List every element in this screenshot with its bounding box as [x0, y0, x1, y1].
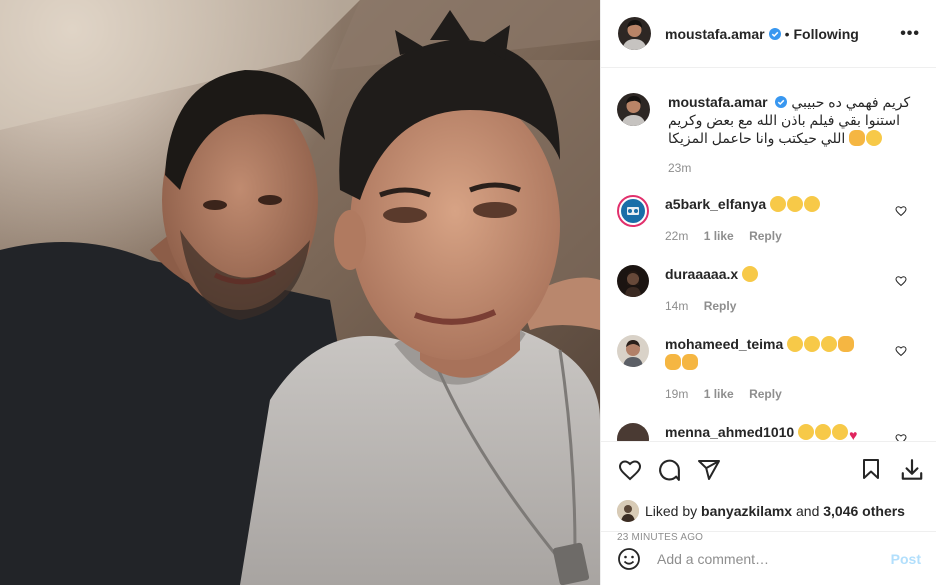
- liked-by-prefix: Liked by: [645, 503, 698, 519]
- comment-bubble-icon[interactable]: [657, 458, 682, 483]
- post-side-panel: moustafa.amar • Following ••• moustafa.a…: [600, 0, 936, 585]
- comments-list[interactable]: moustafa.amar كريم فهمي ده حبيبي استنوا …: [601, 69, 936, 441]
- like-heart-icon[interactable]: [617, 458, 643, 482]
- comment-item: menna_ahmed1010 ♥: [617, 423, 921, 441]
- comment-item: mohameed_teima 19m 1 like Reply: [617, 335, 921, 403]
- action-bar: [601, 442, 936, 498]
- heart-eyes-emoji-icon: [804, 336, 821, 352]
- ok-hand-emoji-icon: [849, 130, 866, 146]
- like-comment-icon[interactable]: [895, 205, 907, 217]
- selfie-illustration: [0, 0, 600, 585]
- caption-time: 23m: [668, 161, 692, 175]
- like-comment-icon[interactable]: [895, 275, 907, 287]
- caption: moustafa.amar كريم فهمي ده حبيبي استنوا …: [617, 93, 921, 177]
- heart-eyes-emoji-icon: [787, 196, 804, 212]
- reply-button[interactable]: Reply: [749, 387, 782, 401]
- likes-count[interactable]: 3,046 others: [823, 503, 905, 519]
- commenter-avatar[interactable]: [617, 195, 649, 227]
- heart-eyes-emoji-icon: [866, 130, 883, 146]
- heart-eyes-emoji-icon: [742, 266, 759, 282]
- commenter-username[interactable]: mohameed_teima: [665, 336, 783, 352]
- download-icon[interactable]: [899, 457, 925, 483]
- clapping-hands-emoji-icon: [665, 354, 681, 370]
- comment-likes[interactable]: 1 like: [704, 229, 734, 243]
- post-photo[interactable]: [0, 0, 600, 585]
- verified-badge-icon: [775, 96, 788, 108]
- liker-avatar[interactable]: [617, 500, 639, 522]
- emoji-picker-icon[interactable]: [617, 547, 641, 571]
- liked-by-user[interactable]: banyazkilamx: [701, 503, 792, 519]
- add-comment-bar: Post: [601, 531, 936, 585]
- more-options-icon[interactable]: •••: [900, 25, 920, 43]
- post-actions: Liked by banyazkilamx and 3,046 others 2…: [601, 441, 936, 585]
- verified-badge-icon: [768, 27, 781, 40]
- following-button[interactable]: Following: [794, 26, 859, 42]
- heart-eyes-emoji-icon: [804, 196, 821, 212]
- comment-time: 14m: [665, 299, 689, 313]
- clapping-hands-emoji-icon: [838, 336, 855, 352]
- clapping-hands-emoji-icon: [682, 354, 698, 370]
- heart-eyes-emoji-icon: [770, 196, 787, 212]
- reply-button[interactable]: Reply: [704, 299, 737, 313]
- share-paper-plane-icon[interactable]: [696, 458, 722, 482]
- heart-eyes-emoji-icon: [798, 424, 815, 440]
- heart-eyes-emoji-icon: [832, 424, 849, 440]
- comment-likes[interactable]: 1 like: [704, 387, 734, 401]
- comment-time: 22m: [665, 229, 689, 243]
- likes-summary: Liked by banyazkilamx and 3,046 others: [601, 498, 936, 524]
- separator-dot: •: [784, 25, 790, 42]
- liked-by-middle: and: [796, 503, 820, 519]
- post-header: moustafa.amar • Following •••: [601, 0, 936, 68]
- author-avatar[interactable]: [618, 17, 651, 50]
- commenter-avatar[interactable]: [617, 335, 649, 367]
- comment-time: 19m: [665, 387, 689, 401]
- commenter-avatar[interactable]: [617, 423, 649, 441]
- post-comment-button[interactable]: Post: [891, 551, 921, 567]
- save-bookmark-icon[interactable]: [859, 457, 883, 481]
- heart-eyes-emoji-icon: [787, 336, 804, 352]
- comment-item: a5bark_elfanya 22m 1 like Reply: [617, 195, 921, 245]
- heart-eyes-emoji-icon: [821, 336, 838, 352]
- commenter-username[interactable]: a5bark_elfanya: [665, 196, 766, 212]
- like-comment-icon[interactable]: [895, 433, 907, 441]
- red-heart-emoji-icon: ♥: [849, 427, 858, 441]
- add-comment-input[interactable]: [657, 550, 891, 567]
- caption-avatar[interactable]: [617, 93, 650, 126]
- like-comment-icon[interactable]: [895, 345, 907, 357]
- heart-eyes-emoji-icon: [815, 424, 832, 440]
- commenter-username[interactable]: duraaaaa.x: [665, 266, 738, 282]
- reply-button[interactable]: Reply: [749, 229, 782, 243]
- author-username[interactable]: moustafa.amar: [665, 26, 765, 42]
- commenter-username[interactable]: menna_ahmed1010: [665, 424, 794, 440]
- commenter-avatar[interactable]: [617, 265, 649, 297]
- caption-username[interactable]: moustafa.amar: [668, 94, 768, 110]
- comment-item: duraaaaa.x 14m Reply: [617, 265, 921, 315]
